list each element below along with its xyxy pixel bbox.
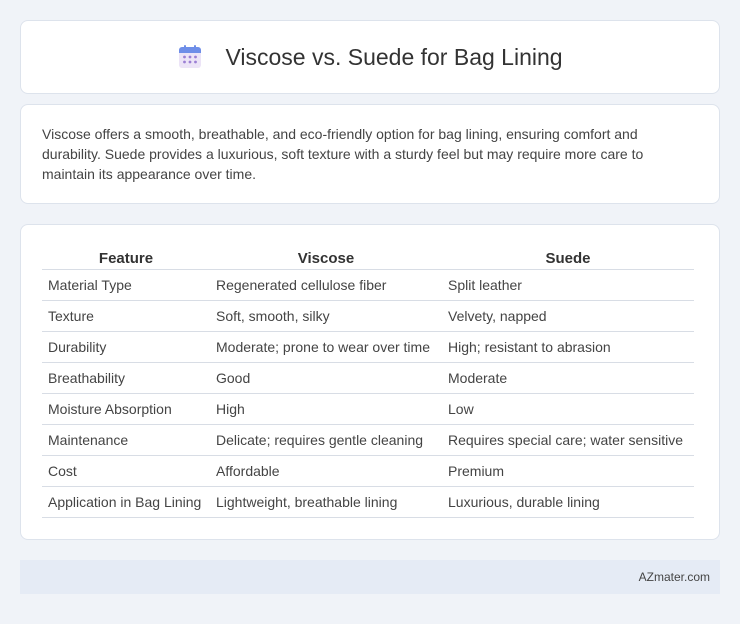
summary-card: Viscose offers a smooth, breathable, and…	[20, 104, 720, 204]
feature-cell: Durability	[42, 331, 210, 363]
header-viscose: Viscose	[210, 245, 442, 270]
suede-cell: High; resistant to abrasion	[442, 331, 694, 363]
header-suede: Suede	[442, 245, 694, 270]
title-card: Viscose vs. Suede for Bag Lining	[20, 20, 720, 94]
table-row: Application in Bag Lining Lightweight, b…	[42, 486, 694, 518]
feature-cell: Cost	[42, 455, 210, 487]
suede-cell: Moderate	[442, 362, 694, 394]
footer: AZmater.com	[20, 560, 720, 594]
viscose-cell: Lightweight, breathable lining	[210, 486, 442, 518]
feature-cell: Application in Bag Lining	[42, 486, 210, 518]
table-header-row: Feature Viscose Suede	[42, 245, 694, 270]
page-title: Viscose vs. Suede for Bag Lining	[225, 43, 563, 70]
table-row: Durability Moderate; prone to wear over …	[42, 331, 694, 363]
suede-cell: Velvety, napped	[442, 300, 694, 332]
header-feature: Feature	[42, 245, 210, 270]
viscose-cell: Regenerated cellulose fiber	[210, 269, 442, 301]
comparison-table: Feature Viscose Suede Material Type Rege…	[42, 245, 694, 518]
viscose-cell: High	[210, 393, 442, 425]
table-row: Cost Affordable Premium	[42, 455, 694, 487]
feature-cell: Maintenance	[42, 424, 210, 456]
table-row: Material Type Regenerated cellulose fibe…	[42, 269, 694, 301]
suede-cell: Split leather	[442, 269, 694, 301]
summary-text: Viscose offers a smooth, breathable, and…	[42, 126, 644, 182]
suede-cell: Premium	[442, 455, 694, 487]
suede-cell: Luxurious, durable lining	[442, 486, 694, 518]
calendar-icon	[179, 45, 202, 68]
suede-cell: Requires special care; water sensitive	[442, 424, 694, 456]
table-row: Breathability Good Moderate	[42, 362, 694, 394]
feature-cell: Material Type	[42, 269, 210, 301]
table-row: Maintenance Delicate; requires gentle cl…	[42, 424, 694, 456]
feature-cell: Breathability	[42, 362, 210, 394]
feature-cell: Moisture Absorption	[42, 393, 210, 425]
viscose-cell: Delicate; requires gentle cleaning	[210, 424, 442, 456]
viscose-cell: Good	[210, 362, 442, 394]
table-row: Moisture Absorption High Low	[42, 393, 694, 425]
viscose-cell: Affordable	[210, 455, 442, 487]
title-group: Viscose vs. Suede for Bag Lining	[177, 43, 563, 71]
footer-brand: AZmater.com	[638, 570, 710, 584]
viscose-cell: Soft, smooth, silky	[210, 300, 442, 332]
comparison-table-card: Feature Viscose Suede Material Type Rege…	[20, 224, 720, 540]
table-row: Texture Soft, smooth, silky Velvety, nap…	[42, 300, 694, 332]
viscose-cell: Moderate; prone to wear over time	[210, 331, 442, 363]
feature-cell: Texture	[42, 300, 210, 332]
suede-cell: Low	[442, 393, 694, 425]
